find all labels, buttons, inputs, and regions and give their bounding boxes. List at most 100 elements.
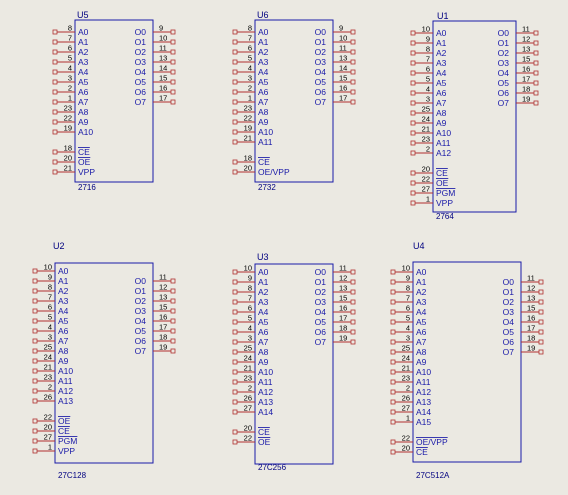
pin-name: A5 [258, 317, 269, 327]
pin-end-marker [390, 389, 396, 395]
pin-name: O0 [498, 28, 510, 38]
pin-end-marker [170, 298, 176, 304]
pin-end-marker [350, 279, 356, 285]
pin-name: OE [258, 437, 271, 447]
pin-end-marker [410, 50, 416, 56]
pin-number: 17 [159, 94, 167, 103]
pin-name: OE [58, 416, 71, 426]
pin-end-marker [533, 80, 539, 86]
pin-end-marker [170, 59, 176, 65]
pin-name: A3 [436, 58, 447, 68]
pin-name: O7 [503, 347, 515, 357]
pin-number: 18 [527, 334, 535, 343]
pin-end-marker [52, 159, 58, 165]
pin-number: 16 [527, 314, 535, 323]
pin-number: 25 [402, 344, 410, 353]
pin-end-marker [52, 119, 58, 125]
pin-name: A3 [78, 57, 89, 67]
pin-name: A4 [58, 306, 69, 316]
pin-name: O2 [135, 47, 147, 57]
pin-name: A8 [436, 108, 447, 118]
pin-name: A5 [258, 77, 269, 87]
component-ref: U1 [437, 11, 449, 21]
pin-end-marker [232, 319, 238, 325]
pin-end-marker [410, 150, 416, 156]
component-part: 2732 [258, 183, 276, 192]
pin-number: 13 [159, 54, 167, 63]
pin-number: 11 [527, 274, 535, 283]
pin-name: PGM [58, 436, 77, 446]
pin-name: A9 [258, 117, 269, 127]
pin-number: 21 [244, 134, 252, 143]
pin-end-marker [232, 289, 238, 295]
pin-end-marker [410, 70, 416, 76]
pin-name: A8 [78, 107, 89, 117]
pin-end-marker [170, 278, 176, 284]
pin-name: O3 [503, 307, 515, 317]
pin-end-marker [410, 80, 416, 86]
pin-end-marker [350, 29, 356, 35]
pin-number: 23 [64, 104, 72, 113]
pin-name: A14 [258, 407, 273, 417]
pin-end-marker [533, 30, 539, 36]
pin-name: A13 [58, 396, 73, 406]
pin-end-marker [32, 298, 38, 304]
pin-number: 5 [68, 54, 72, 63]
pin-end-marker [232, 309, 238, 315]
pin-name: O0 [135, 276, 147, 286]
pin-number: 27 [44, 433, 52, 442]
schematic-canvas: U527168 A07 A16 A25 A34 A43 A52 A61 A723 A822 A919… [0, 0, 568, 495]
pin-end-marker [52, 49, 58, 55]
pin-end-marker [170, 79, 176, 85]
pin-number: 23 [422, 135, 430, 144]
component-u1: U1 2764 10 A0 9 A1 8 A2 7 A3 6 A4 5 A5 4 A6 3 A7 25 A8 24 A9 2… [410, 11, 539, 221]
pin-end-marker [232, 59, 238, 65]
pin-number: 11 [339, 44, 347, 53]
pin-name: O4 [503, 317, 515, 327]
pin-name: A8 [258, 347, 269, 357]
pin-end-marker [52, 109, 58, 115]
pin-number: 5 [406, 314, 410, 323]
pin-number: 1 [426, 195, 430, 204]
pin-end-marker [32, 278, 38, 284]
pin-name: CE [416, 447, 428, 457]
pin-name: A10 [78, 127, 93, 137]
component-part: 2764 [436, 212, 454, 221]
pin-name: O1 [135, 286, 147, 296]
pin-name: O1 [135, 37, 147, 47]
pin-name: A10 [258, 367, 273, 377]
pin-end-marker [52, 69, 58, 75]
pin-end-marker [533, 100, 539, 106]
pin-name: O4 [135, 67, 147, 77]
pin-number: 13 [522, 45, 530, 54]
pin-name: A2 [258, 47, 269, 57]
pin-name: O0 [503, 277, 515, 287]
pin-number: 3 [426, 95, 430, 104]
pin-end-marker [350, 329, 356, 335]
pin-name: A0 [416, 267, 427, 277]
pin-name: A0 [258, 27, 269, 37]
pin-name: CE [58, 426, 70, 436]
pin-name: A3 [58, 296, 69, 306]
pin-number: 17 [522, 75, 530, 84]
pin-end-marker [32, 428, 38, 434]
pin-number: 15 [527, 304, 535, 313]
pin-end-marker [170, 99, 176, 105]
pin-name: A6 [436, 88, 447, 98]
pin-number: 17 [339, 94, 347, 103]
pin-number: 6 [248, 304, 252, 313]
pin-number: 24 [422, 115, 430, 124]
pin-end-marker [32, 398, 38, 404]
pin-name: A11 [416, 377, 431, 387]
pin-number: 5 [248, 314, 252, 323]
pin-number: 21 [422, 125, 430, 134]
pin-number: 18 [244, 154, 252, 163]
pin-name: A4 [258, 67, 269, 77]
pin-end-marker [538, 309, 544, 315]
pin-number: 10 [339, 34, 347, 43]
pin-name: CE [258, 157, 270, 167]
pin-name: O6 [315, 87, 327, 97]
pin-number: 26 [244, 394, 252, 403]
pin-end-marker [390, 279, 396, 285]
component-part: 27C256 [258, 463, 287, 472]
